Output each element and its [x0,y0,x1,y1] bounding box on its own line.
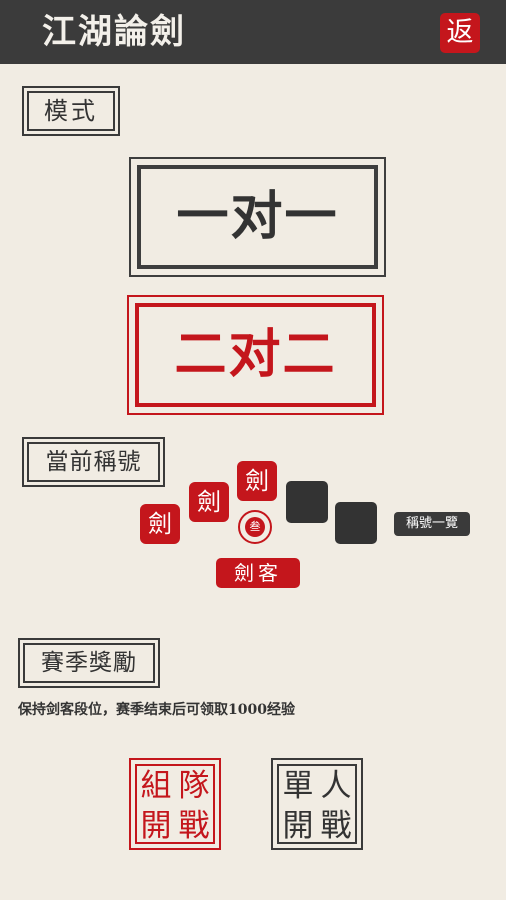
current-title-badge: 劍客 [216,558,300,588]
title-label-text: 當前稱號 [27,442,160,482]
team-battle-char: 組 [140,768,172,804]
season-reward-description: 保持剑客段位，赛季结束后可领取1000经验 [18,702,295,718]
team-battle-char: 隊 [178,768,210,804]
solo-battle-stamp: 單 人 開 戰 [277,764,357,844]
sword-seal-3: 劍 [237,461,277,501]
team-battle-stamp: 組 隊 開 戰 [135,764,215,844]
two-vs-two-button[interactable]: 二对二 [127,295,384,415]
mode-section-label: 模式 [22,86,120,136]
team-battle-char: 開 [140,808,172,844]
sword-seal-1: 劍 [140,504,180,544]
locked-title-slot-2 [335,502,377,544]
solo-battle-char: 開 [282,808,314,844]
locked-title-slot-1 [286,481,328,523]
season-section-label: 賽季獎勵 [18,638,160,688]
mode-label-text: 模式 [27,91,115,131]
title-list-button[interactable]: 稱號一覽 [394,512,470,536]
page-title: 江湖論劍 [42,12,186,52]
top-bar: 江湖論劍 返 [0,0,506,64]
solo-battle-char: 單 [282,768,314,804]
title-section-label: 當前稱號 [22,437,165,487]
back-button[interactable]: 返 [440,13,480,53]
sword-seal-2: 劍 [189,482,229,522]
team-battle-char: 戰 [178,808,210,844]
solo-battle-button[interactable]: 單 人 開 戰 [271,758,363,850]
two-vs-two-label: 二对二 [135,303,376,407]
solo-battle-char: 人 [320,768,352,804]
rank-mark-text: 叁 [245,517,265,537]
one-vs-one-button[interactable]: 一对一 [129,157,386,277]
season-label-text: 賽季獎勵 [23,643,155,683]
solo-battle-char: 戰 [320,808,352,844]
rank-mark: 叁 [238,510,272,544]
one-vs-one-label: 一对一 [137,165,378,269]
team-battle-button[interactable]: 組 隊 開 戰 [129,758,221,850]
